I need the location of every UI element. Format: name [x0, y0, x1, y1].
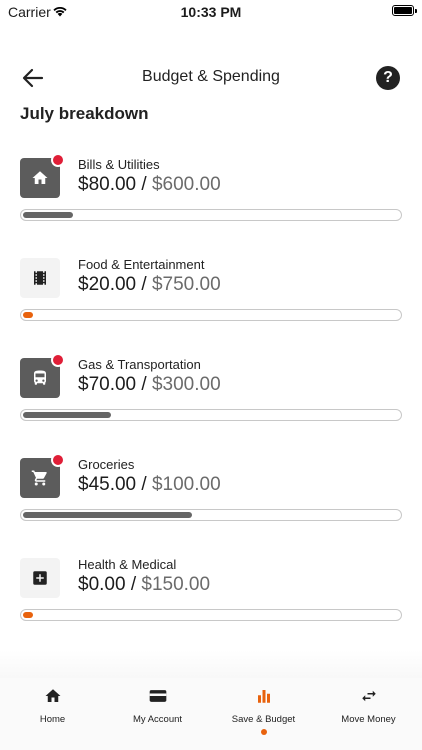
- category-name: Groceries: [78, 457, 135, 472]
- alert-dot: [51, 453, 65, 467]
- budget-row-gas[interactable]: Gas & Transportation $70.00 / $300.00: [0, 353, 422, 448]
- category-icon-box: [20, 153, 65, 198]
- category-name: Bills & Utilities: [78, 157, 160, 172]
- tab-my-account[interactable]: My Account: [105, 678, 210, 740]
- category-icon-box: [20, 453, 65, 498]
- alert-dot: [51, 353, 65, 367]
- budget-amounts: $0.00 / $150.00: [78, 574, 210, 596]
- tab-home[interactable]: Home: [0, 678, 105, 740]
- help-button[interactable]: ?: [376, 66, 400, 90]
- limit-amount: $300.00: [151, 374, 221, 395]
- category-icon-box: [20, 258, 60, 298]
- category-name: Gas & Transportation: [78, 357, 201, 372]
- card-icon: [149, 690, 166, 702]
- active-tab-indicator: [261, 729, 267, 735]
- progress-fill: [23, 212, 73, 218]
- medical-icon: [33, 571, 47, 585]
- category-name: Food & Entertainment: [78, 257, 205, 272]
- page-title: Budget & Spending: [142, 68, 280, 85]
- budget-amounts: $20.00 / $750.00: [78, 274, 221, 296]
- tab-label: Home: [39, 714, 66, 725]
- section-title: July breakdown: [20, 104, 149, 123]
- progress-fill: [23, 312, 33, 318]
- spent-amount: $45.00: [78, 474, 137, 495]
- bar-chart-icon: [257, 690, 270, 703]
- cart-icon: [31, 470, 47, 486]
- progress-fill: [23, 412, 111, 418]
- progress-bar: [20, 609, 402, 621]
- tab-bar: Home My Account Save & Budget Move Money: [0, 678, 422, 750]
- progress-fill: [23, 512, 192, 518]
- limit-amount: $150.00: [141, 574, 211, 595]
- home-icon: [32, 171, 48, 184]
- spent-amount: $0.00: [78, 574, 126, 595]
- status-time: 10:33 PM: [180, 4, 242, 20]
- progress-bar: [20, 509, 402, 521]
- progress-bar: [20, 209, 402, 221]
- spent-amount: $80.00: [78, 174, 137, 195]
- progress-bar: [20, 309, 402, 321]
- amount-separator: /: [136, 474, 152, 495]
- tab-save-budget[interactable]: Save & Budget: [211, 678, 316, 740]
- spent-amount: $70.00: [78, 374, 137, 395]
- battery-icon: [392, 5, 417, 16]
- amount-separator: /: [125, 574, 142, 595]
- budget-row-bills[interactable]: Bills & Utilities $80.00 / $600.00: [0, 153, 422, 248]
- tab-label: My Account: [132, 714, 183, 725]
- tab-label: Save & Budget: [231, 714, 296, 725]
- amount-separator: /: [136, 174, 152, 195]
- limit-amount: $600.00: [151, 174, 221, 195]
- status-bar: Carrier 10:33 PM: [0, 0, 422, 24]
- bus-icon: [34, 370, 46, 385]
- budget-row-health[interactable]: Health & Medical $0.00 / $150.00: [0, 557, 422, 648]
- budget-amounts: $80.00 / $600.00: [78, 174, 221, 196]
- limit-amount: $100.00: [151, 474, 221, 495]
- progress-fill: [23, 612, 33, 618]
- transfer-icon: [361, 690, 376, 702]
- progress-bar: [20, 409, 402, 421]
- budget-row-food[interactable]: Food & Entertainment $20.00 / $750.00: [0, 257, 422, 348]
- amount-separator: /: [136, 374, 152, 395]
- film-icon: [34, 271, 46, 285]
- category-name: Health & Medical: [78, 557, 177, 572]
- limit-amount: $750.00: [151, 274, 221, 295]
- tab-move-money[interactable]: Move Money: [316, 678, 421, 740]
- amount-separator: /: [136, 274, 152, 295]
- scroll-fade: [0, 650, 422, 680]
- category-icon-box: [20, 353, 65, 398]
- budget-amounts: $70.00 / $300.00: [78, 374, 221, 396]
- budget-amounts: $45.00 / $100.00: [78, 474, 221, 496]
- category-icon-box: [20, 558, 60, 598]
- spent-amount: $20.00: [78, 274, 137, 295]
- alert-dot: [51, 153, 65, 167]
- budget-row-groceries[interactable]: Groceries $45.00 / $100.00: [0, 453, 422, 548]
- home-icon: [45, 689, 60, 702]
- tab-label: Move Money: [341, 714, 396, 725]
